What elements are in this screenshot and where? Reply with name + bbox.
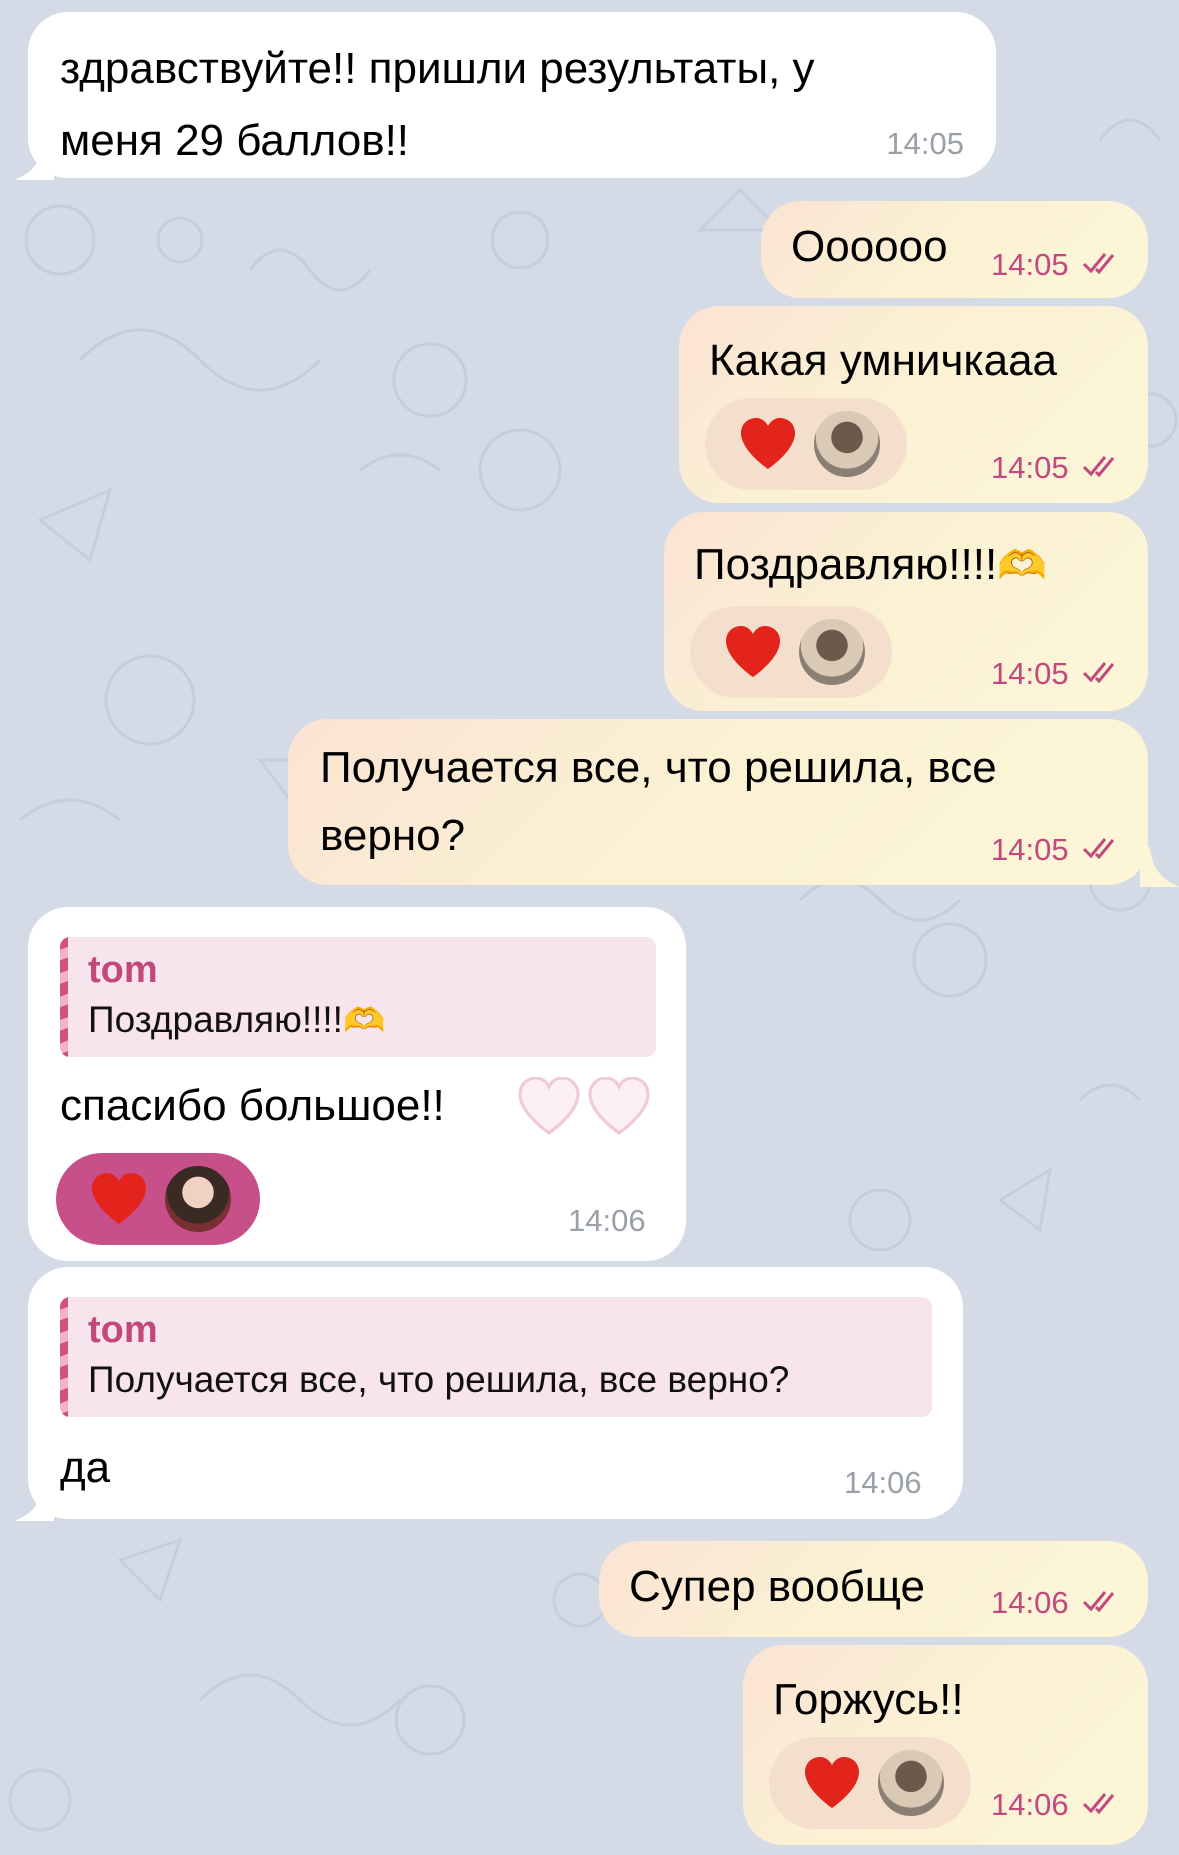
message-incoming[interactable]: tom Получается все, что решила, все верн… <box>28 1267 963 1519</box>
message-time: 14:06 <box>568 1203 646 1238</box>
double-check-icon <box>1082 253 1115 274</box>
message-time: 14:05 <box>991 247 1069 282</box>
message-time: 14:06 <box>991 1787 1069 1822</box>
message-text-content: спасибо большое!! <box>60 1081 445 1130</box>
message-text: верно? <box>320 811 466 860</box>
bubble-tail <box>1140 847 1179 887</box>
heart-icon <box>805 1757 859 1808</box>
heart-icon <box>741 418 795 469</box>
reply-preview[interactable]: tom Поздравляю!!!!🫶 <box>60 937 656 1057</box>
bubble-tail <box>14 1481 54 1521</box>
message-text: Оооооо <box>791 222 948 271</box>
reply-accent-bar <box>60 1297 68 1417</box>
message-text: Горжусь!! <box>773 1675 964 1724</box>
reaction-pill[interactable] <box>56 1153 260 1245</box>
message-time: 14:05 <box>991 450 1069 485</box>
message-outgoing[interactable]: Получается все, что решила, все верно? 1… <box>288 719 1148 885</box>
avatar[interactable] <box>875 1747 947 1819</box>
heart-hands-icon: 🫶 <box>342 1002 386 1040</box>
message-time: 14:05 <box>886 126 964 161</box>
bubble-tail <box>14 140 54 180</box>
message-text: меня 29 баллов!! <box>60 116 410 165</box>
heart-icon <box>92 1173 146 1224</box>
avatar[interactable] <box>162 1163 234 1235</box>
message-incoming[interactable]: здравствуйте!! пришли результаты, у меня… <box>28 12 996 178</box>
message-text: Получается все, что решила, все <box>320 743 997 792</box>
reaction-pill[interactable] <box>705 398 907 490</box>
message-outgoing[interactable]: Оооооо 14:05 <box>761 201 1148 298</box>
message-text: Какая умничкааа <box>709 336 1058 385</box>
reply-author: tom <box>88 1309 158 1351</box>
message-text: Супер вообще <box>629 1562 925 1611</box>
double-check-icon <box>1082 1591 1115 1612</box>
reply-text: Получается все, что решила, все верно? <box>88 1359 790 1400</box>
reply-preview[interactable]: tom Получается все, что решила, все верн… <box>60 1297 932 1417</box>
reply-accent-bar <box>60 937 68 1057</box>
double-check-icon <box>1082 662 1115 683</box>
message-text-content: Поздравляю!!!! <box>694 540 998 589</box>
message-text: да <box>60 1443 111 1492</box>
reply-author: tom <box>88 949 158 991</box>
message-time: 14:05 <box>991 656 1069 691</box>
reaction-pill[interactable] <box>690 606 892 698</box>
message-outgoing[interactable]: Поздравляю!!!!🫶 14:05 <box>664 512 1148 711</box>
message-time: 14:05 <box>991 832 1069 867</box>
double-check-icon <box>1082 456 1115 477</box>
reaction-pill[interactable] <box>769 1737 971 1829</box>
heart-icon <box>726 626 780 677</box>
double-check-icon <box>1082 838 1115 859</box>
double-check-icon <box>1082 1793 1115 1814</box>
avatar[interactable] <box>796 616 868 688</box>
heart-hands-icon: 🫶 <box>997 544 1047 588</box>
avatar[interactable] <box>811 408 883 480</box>
reply-text-content: Поздравляю!!!! <box>88 999 343 1040</box>
message-text: Поздравляю!!!!🫶 <box>694 532 1047 599</box>
chat-screen: { "messages": { "m1": {"text1": "здравст… <box>0 0 1179 1855</box>
message-outgoing[interactable]: Супер вообще 14:06 <box>599 1541 1148 1637</box>
message-outgoing[interactable]: Какая умничкааа 14:05 <box>679 306 1148 503</box>
reply-text: Поздравляю!!!!🫶 <box>88 999 385 1041</box>
message-text: здравствуйте!! пришли результаты, у <box>60 44 815 93</box>
white-heart-icon <box>518 1077 580 1135</box>
message-text: спасибо большое!! <box>60 1073 445 1139</box>
message-outgoing[interactable]: Горжусь!! 14:06 <box>743 1645 1148 1845</box>
message-incoming[interactable]: tom Поздравляю!!!!🫶 спасибо большое!! 14… <box>28 907 686 1261</box>
message-time: 14:06 <box>991 1585 1069 1620</box>
white-heart-icon <box>588 1077 650 1135</box>
message-time: 14:06 <box>844 1465 922 1500</box>
